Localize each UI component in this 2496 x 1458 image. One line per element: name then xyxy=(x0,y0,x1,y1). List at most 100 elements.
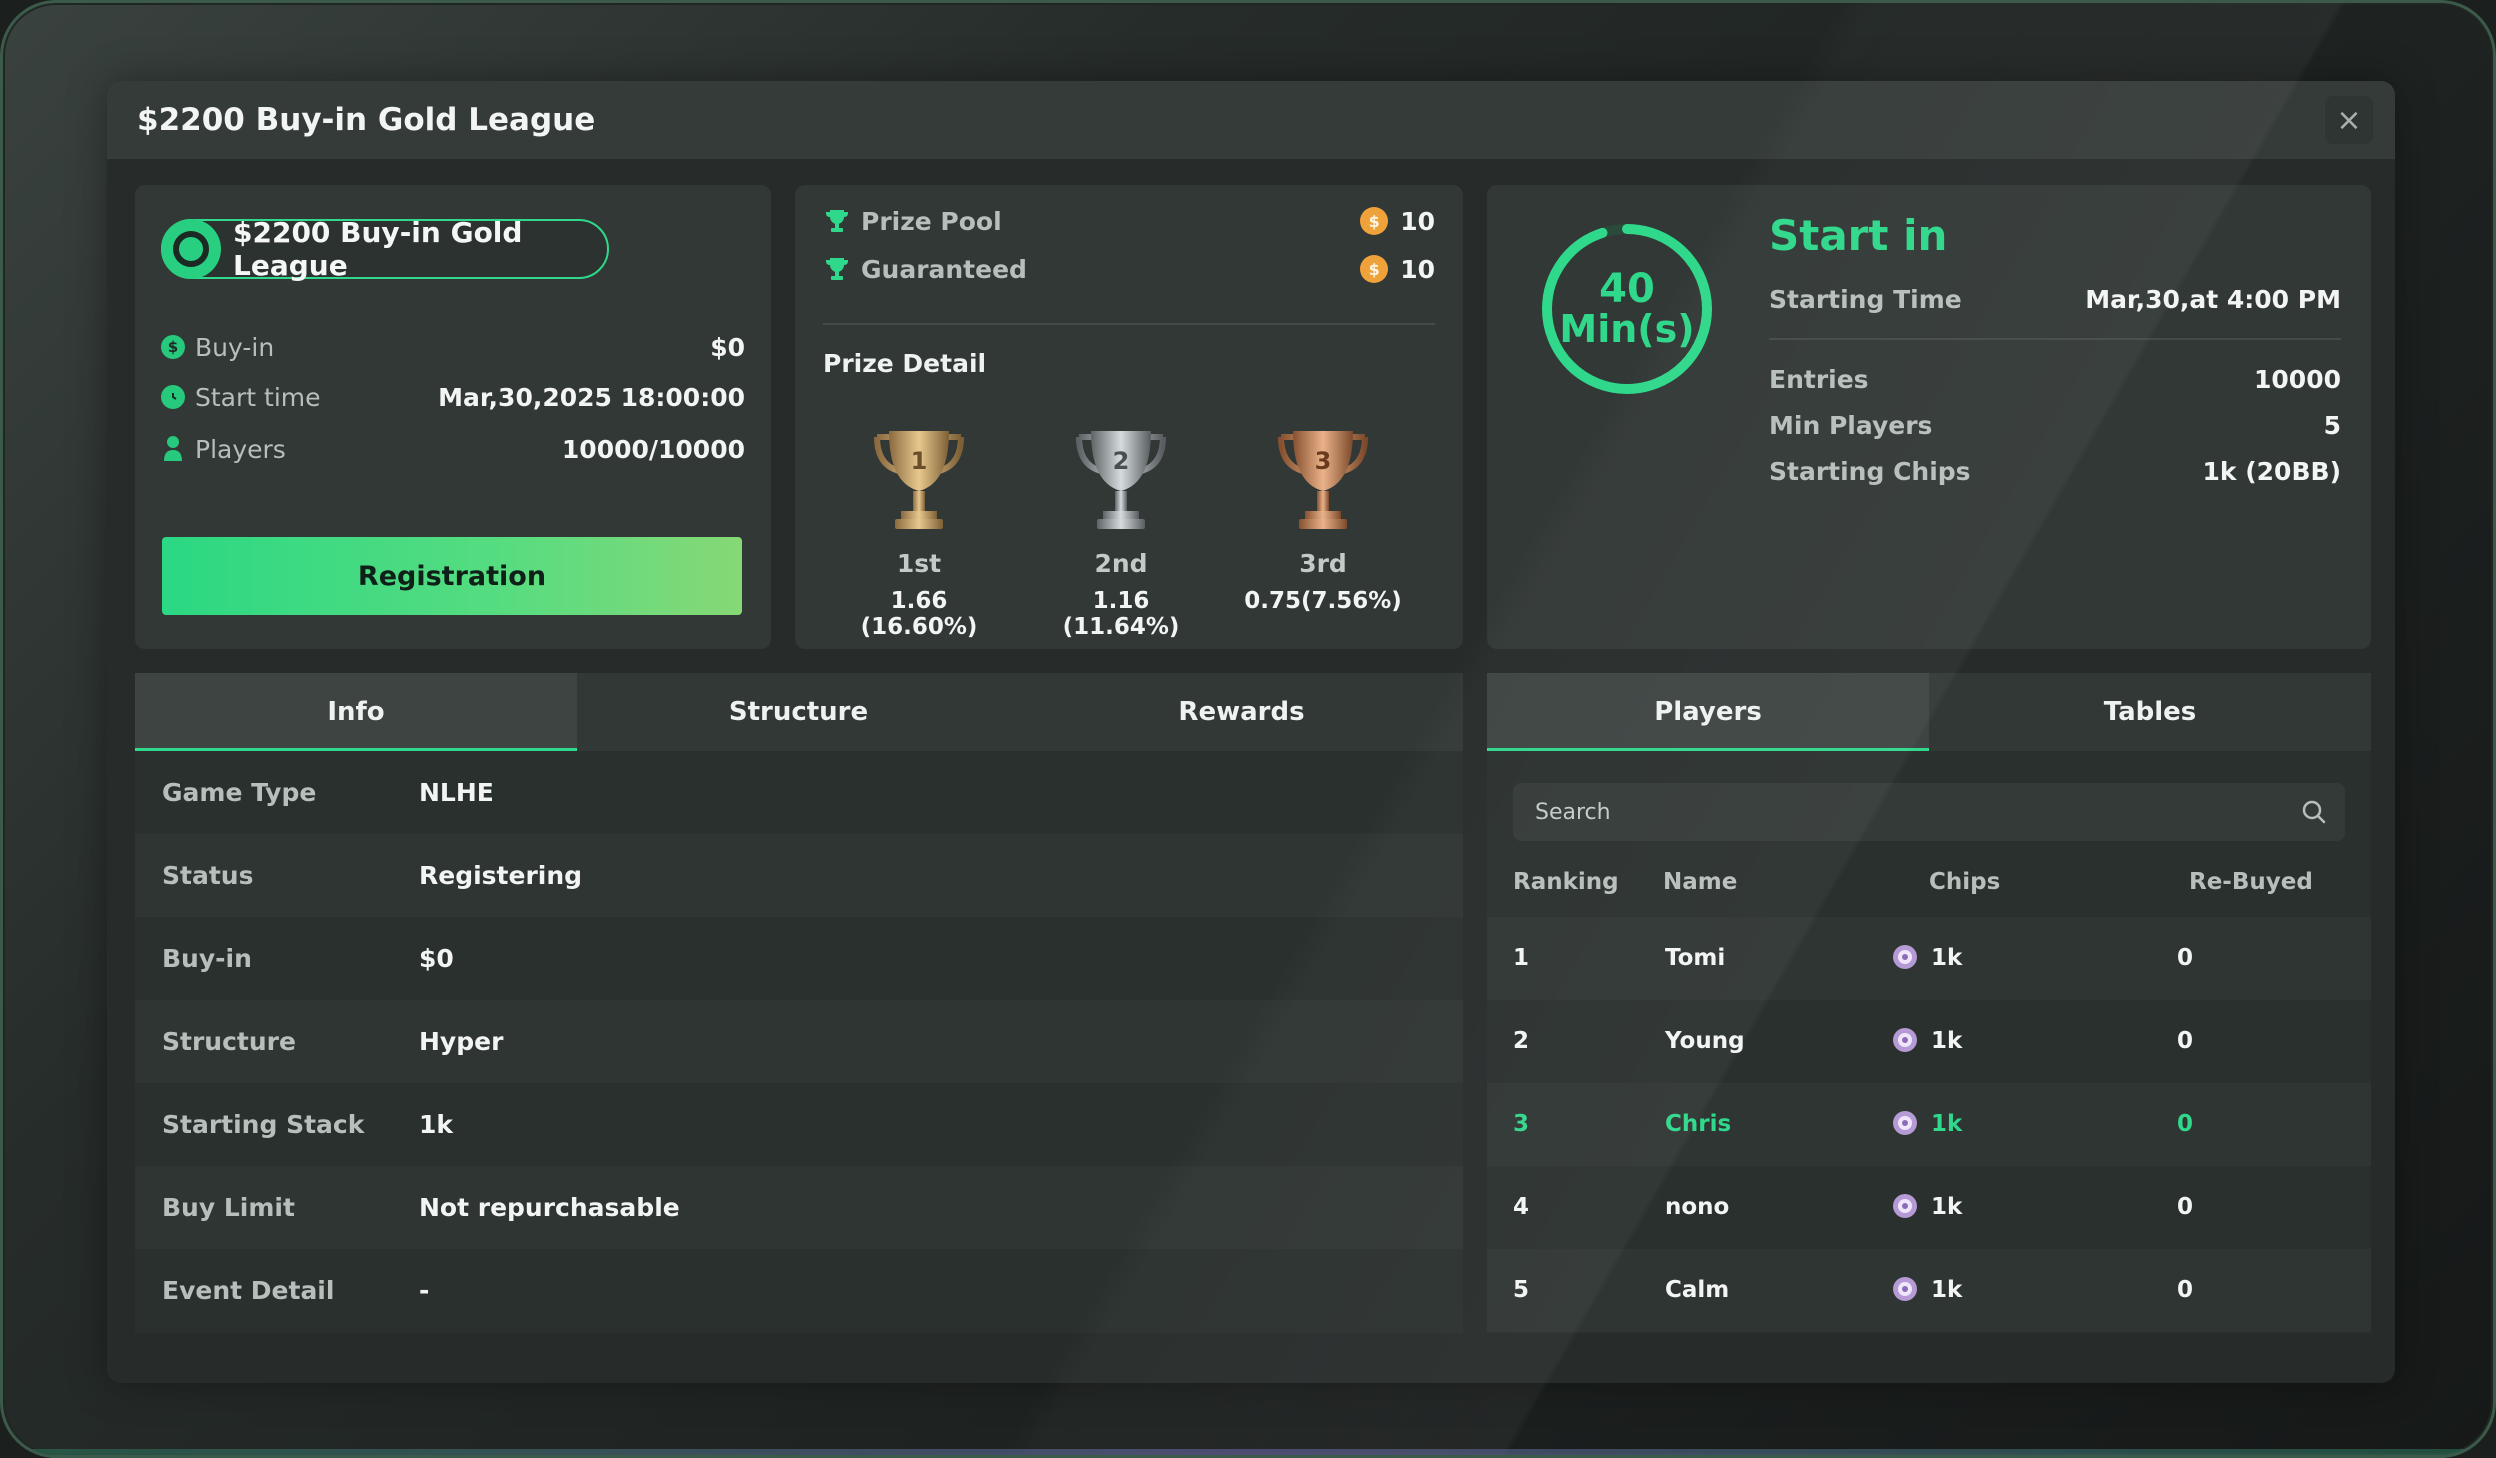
info-label: Structure xyxy=(162,1027,296,1056)
countdown-number: 40 xyxy=(1599,266,1655,313)
divider xyxy=(823,323,1435,325)
summary-row-buyin: $ Buy-in $0 xyxy=(161,329,745,365)
column-header-ranking: Ranking xyxy=(1513,869,1619,895)
info-value: $0 xyxy=(419,944,454,973)
guaranteed-label: Guaranteed xyxy=(861,254,1027,284)
summary-label: Start time xyxy=(195,382,321,412)
stat-label: Starting Chips xyxy=(1769,456,1971,486)
tournament-modal: $2200 Buy-in Gold League × $2200 Buy-in … xyxy=(107,81,2395,1383)
summary-value: $0 xyxy=(710,332,745,362)
search-icon[interactable] xyxy=(2301,799,2327,825)
trophy-icon xyxy=(826,258,848,280)
player-rank: 5 xyxy=(1513,1277,1530,1303)
tab-rewards[interactable]: Rewards xyxy=(1020,673,1463,751)
player-rank: 3 xyxy=(1513,1111,1530,1137)
player-rebuyed: 0 xyxy=(2177,1111,2194,1137)
stat-value: 1k (20BB) xyxy=(2202,456,2341,486)
prize-detail-label: Prize Detail xyxy=(823,349,987,378)
info-label: Starting Stack xyxy=(162,1110,365,1139)
chip-icon xyxy=(1893,1028,1917,1052)
search-placeholder: Search xyxy=(1535,799,1611,825)
svg-text:3: 3 xyxy=(1315,447,1332,475)
close-icon: × xyxy=(2336,102,2362,138)
info-row: Status Registering xyxy=(135,834,1463,917)
prize-amount: 1.16 (11.64%) xyxy=(1062,588,1180,640)
search-input[interactable]: Search xyxy=(1513,783,2345,841)
chip-icon xyxy=(1893,1194,1917,1218)
svg-text:2: 2 xyxy=(1113,447,1130,475)
column-header-name: Name xyxy=(1663,869,1738,895)
info-panel: Info Structure Rewards Game Type NLHE St… xyxy=(135,673,1463,1333)
tab-tables[interactable]: Tables xyxy=(1929,673,2371,751)
table-row[interactable]: 2 Young 1k 0 xyxy=(1487,1000,2371,1083)
summary-label: Players xyxy=(195,434,286,464)
player-chips: 1k xyxy=(1931,1277,1963,1303)
info-label: Buy-in xyxy=(162,944,252,973)
gold-trophy-icon: 1 xyxy=(874,431,964,529)
brand-logo-icon xyxy=(161,219,221,279)
column-header-rebuyed: Re-Buyed xyxy=(2189,869,2313,895)
starting-time-label: Starting Time xyxy=(1769,284,1962,314)
player-chips: 1k xyxy=(1931,945,1963,971)
frame-glow xyxy=(3,1449,2493,1455)
starting-chips-row: Starting Chips 1k (20BB) xyxy=(1769,453,2341,489)
countdown-card: 40 Min(s) Start in Starting Time Mar,30,… xyxy=(1487,185,2371,649)
tab-info[interactable]: Info xyxy=(135,673,577,751)
bronze-trophy-icon: 3 xyxy=(1278,431,1368,529)
info-label: Buy Limit xyxy=(162,1193,295,1222)
table-row[interactable]: 1 Tomi 1k 0 xyxy=(1487,917,2371,1000)
registration-button[interactable]: Registration xyxy=(162,537,742,615)
tab-players[interactable]: Players xyxy=(1487,673,1929,751)
prize-place-1: 1 1st 1.66 (16.60%) xyxy=(829,425,1009,640)
column-header-chips: Chips xyxy=(1929,869,2001,895)
prize-place-label: 3rd xyxy=(1299,549,1347,578)
prize-pool-row: Prize Pool $ 10 xyxy=(823,201,1435,241)
player-chips: 1k xyxy=(1931,1194,1963,1220)
player-name: nono xyxy=(1665,1194,1730,1220)
prize-amount: 1.66 (16.60%) xyxy=(860,588,978,640)
tournament-summary-card: $2200 Buy-in Gold League $ Buy-in $0 Sta… xyxy=(135,185,771,649)
info-value: NLHE xyxy=(419,778,494,807)
info-value: 1k xyxy=(419,1110,454,1139)
countdown-unit: Min(s) xyxy=(1559,307,1695,352)
chip-icon xyxy=(1893,945,1917,969)
table-row[interactable]: 4 nono 1k 0 xyxy=(1487,1166,2371,1249)
prize-place-2: 2 2nd 1.16 (11.64%) xyxy=(1031,425,1211,640)
info-label: Game Type xyxy=(162,778,317,807)
info-tabs: Info Structure Rewards xyxy=(135,673,1463,751)
prize-card: Prize Pool $ 10 Guaranteed $ 10 Prize De… xyxy=(795,185,1463,649)
info-row: Structure Hyper xyxy=(135,1000,1463,1083)
players-tabs: Players Tables xyxy=(1487,673,2371,751)
prize-place-label: 1st xyxy=(896,549,942,578)
close-button[interactable]: × xyxy=(2325,96,2373,144)
summary-value: 10000/10000 xyxy=(561,434,745,464)
player-chips: 1k xyxy=(1931,1111,1963,1137)
stat-label: Min Players xyxy=(1769,410,1933,440)
info-value: Hyper xyxy=(419,1027,504,1056)
tab-structure[interactable]: Structure xyxy=(577,673,1020,751)
table-row[interactable]: 5 Calm 1k 0 xyxy=(1487,1249,2371,1332)
min-players-row: Min Players 5 xyxy=(1769,407,2341,443)
divider xyxy=(1769,338,2341,340)
player-name: Chris xyxy=(1665,1111,1732,1137)
player-name: Young xyxy=(1665,1028,1745,1054)
summary-row-players: Players 10000/10000 xyxy=(161,431,745,467)
player-rank: 2 xyxy=(1513,1028,1530,1054)
start-in-title: Start in xyxy=(1769,211,1948,260)
guaranteed-row: Guaranteed $ 10 xyxy=(823,249,1435,289)
table-row-highlighted[interactable]: 3 Chris 1k 0 xyxy=(1487,1083,2371,1166)
trophy-icon xyxy=(826,210,848,232)
players-panel: Players Tables Search Ranking Name Chips… xyxy=(1487,673,2371,1333)
modal-header: $2200 Buy-in Gold League × xyxy=(107,81,2395,159)
summary-label: Buy-in xyxy=(195,332,275,362)
info-row: Game Type NLHE xyxy=(135,751,1463,834)
clock-icon xyxy=(161,385,185,409)
info-row: Event Detail - xyxy=(135,1249,1463,1332)
modal-title: $2200 Buy-in Gold League xyxy=(137,102,596,138)
info-label: Event Detail xyxy=(162,1276,335,1305)
prize-pool-value: 10 xyxy=(1400,206,1435,236)
chip-icon xyxy=(1893,1111,1917,1135)
player-rebuyed: 0 xyxy=(2177,1194,2194,1220)
player-chips: 1k xyxy=(1931,1028,1963,1054)
countdown-text: 40 Min(s) xyxy=(1539,221,1715,397)
